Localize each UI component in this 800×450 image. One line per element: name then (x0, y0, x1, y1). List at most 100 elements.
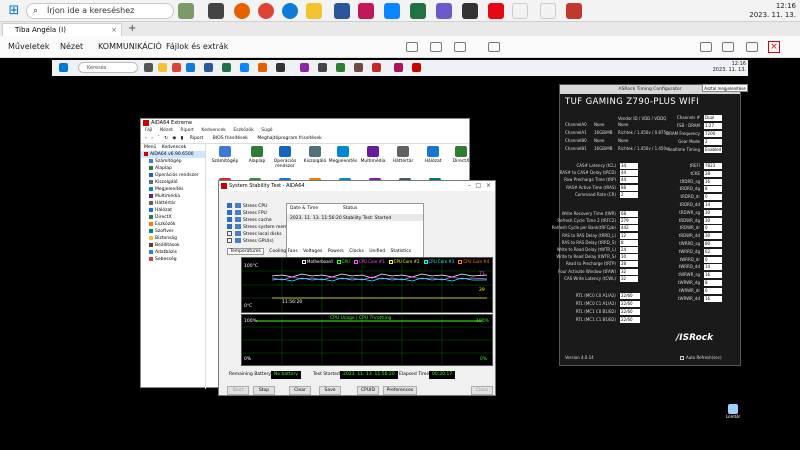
timing-value[interactable]: 68 (620, 211, 638, 217)
aida-menu-view[interactable]: Nézet (160, 128, 173, 133)
fullscreen-icon[interactable] (746, 42, 758, 52)
remote-edge-icon[interactable] (186, 63, 195, 72)
back-icon[interactable] (700, 42, 712, 52)
calculator-icon[interactable] (462, 3, 478, 19)
remote-explorer-icon[interactable] (158, 63, 167, 72)
legend-item[interactable]: CPU (336, 259, 350, 264)
remote-app-icon-2[interactable] (300, 63, 309, 72)
stress-checkbox[interactable] (227, 217, 232, 222)
timing-value[interactable]: 16 (704, 295, 722, 302)
tree-item[interactable]: DirectX (141, 214, 205, 221)
screenshot-icon[interactable] (430, 42, 442, 52)
recycle-bin-icon[interactable]: Lomtár (726, 404, 740, 419)
driver-update-button[interactable]: Meghajtóprogram frissítések (257, 136, 321, 141)
remote-word-icon[interactable] (204, 63, 213, 72)
legend-item[interactable]: Motherboard (302, 259, 333, 264)
tree-item[interactable]: Hálózat (141, 207, 205, 214)
tree-item[interactable]: Beállítások (141, 242, 205, 249)
remote-app-icon-3[interactable] (318, 63, 327, 72)
remote-excel-icon[interactable] (222, 63, 231, 72)
app-icon[interactable] (512, 3, 528, 19)
menu-actions[interactable]: Műveletek (8, 36, 49, 58)
menu-communication[interactable]: KOMMUNIKÁCIÓ (98, 36, 162, 58)
task-view-icon[interactable] (208, 3, 224, 19)
back-icon[interactable]: ‹ (145, 136, 147, 141)
remote-chrome-icon[interactable] (172, 63, 181, 72)
tree-item[interactable]: Multimédia (141, 193, 205, 200)
legend-checkbox[interactable] (353, 260, 358, 264)
excel-icon[interactable] (410, 3, 426, 19)
menu-files-extras[interactable]: Fájlok és extrák (166, 36, 228, 58)
timing-value[interactable]: 30 (704, 209, 722, 216)
aida-menu-report[interactable]: Riport (180, 128, 194, 133)
timing-value[interactable]: 30 (704, 233, 722, 240)
sidebar-tab-menu[interactable]: Menü (144, 145, 156, 150)
taskbar-search-input[interactable]: ⌕ Írjon ide a kereséshez (26, 3, 174, 19)
legend-checkbox[interactable] (458, 260, 463, 264)
tree-item[interactable]: Kiszolgáló (141, 179, 205, 186)
stability-test-titlebar[interactable]: System Stability Test - AIDA64 (219, 181, 495, 191)
timing-value[interactable]: 24 (620, 247, 638, 253)
tab-voltages[interactable]: Voltages (303, 249, 322, 254)
aida-menu-file[interactable]: Fájl (145, 128, 152, 133)
stress-option[interactable]: Stress local disks (227, 231, 282, 238)
firefox-icon[interactable] (234, 3, 250, 19)
timing-value[interactable]: 0 (704, 287, 722, 294)
remote-firefox-icon[interactable] (258, 63, 267, 72)
new-tab-icon[interactable]: + (128, 22, 136, 36)
remote-clock[interactable]: 12:16 2023. 11. 13. (712, 61, 746, 73)
legend-item[interactable]: CPU Core #1 (353, 259, 385, 264)
category-9[interactable]: DirectX (443, 146, 479, 164)
tree-item[interactable]: Biztonság (141, 235, 205, 242)
windows-start-icon[interactable]: ⊞ (6, 3, 22, 19)
tab-powers[interactable]: Powers (328, 249, 344, 254)
timing-value[interactable]: 16 (704, 272, 722, 279)
stress-option[interactable]: Stress CPU (227, 203, 267, 210)
timing-value[interactable]: 442 (620, 225, 638, 232)
tab-clocks[interactable]: Clocks (349, 249, 364, 254)
remote-taskview-icon[interactable] (144, 63, 153, 72)
system-tray[interactable]: 12:16 2023. 11. 13. (706, 0, 796, 22)
timing-value[interactable]: 80 (704, 241, 722, 247)
legend-checkbox[interactable] (423, 260, 428, 264)
auto-refresh-box[interactable] (680, 356, 684, 360)
timing-value[interactable]: 34 (620, 163, 638, 169)
timing-value[interactable]: 8 (704, 280, 722, 286)
cpuid-button[interactable]: CPUID (357, 386, 379, 395)
up-icon[interactable]: ˆ (158, 136, 160, 141)
legend-checkbox[interactable] (388, 260, 393, 264)
timing-value[interactable]: 0 (704, 225, 722, 232)
bios-update-button[interactable]: BIOS frissítések (213, 136, 248, 141)
user-icon[interactable]: ◉ (172, 136, 176, 141)
timing-value[interactable]: 8 (620, 239, 638, 246)
timing-value[interactable]: 14 (704, 202, 722, 208)
clear-button[interactable]: Clear (289, 386, 311, 395)
timing-value[interactable]: 12 (620, 232, 638, 239)
stress-checkbox[interactable] (227, 203, 232, 208)
aida-menu-tools[interactable]: Eszközök (233, 128, 253, 133)
file-explorer-icon[interactable] (306, 3, 322, 19)
timing-value[interactable]: 88 (620, 184, 638, 191)
stress-option[interactable]: Stress GPU(s) (227, 238, 274, 245)
timing-value[interactable]: 28 (620, 261, 638, 268)
legend-checkbox[interactable] (302, 260, 306, 264)
minimize-icon[interactable]: – (468, 182, 471, 190)
preferences-button[interactable]: Preferences (383, 386, 417, 395)
timing-value[interactable]: 14 (704, 264, 722, 271)
remote-app-icon-4[interactable] (336, 63, 345, 72)
app-icon-2[interactable] (540, 3, 556, 19)
timing-value[interactable]: 44 (620, 170, 638, 177)
category-1[interactable]: Számítógép (207, 146, 243, 164)
aida-menu-help[interactable]: Súgó (261, 128, 272, 133)
refresh-icon[interactable] (722, 42, 734, 52)
remote-cmd-icon[interactable] (276, 63, 285, 72)
tree-item[interactable]: Alaplap (141, 165, 205, 172)
chat-icon[interactable] (454, 42, 466, 52)
timing-value[interactable]: 7823 (704, 163, 722, 169)
tab-unified[interactable]: Unified (369, 249, 385, 254)
close-icon[interactable]: × (486, 182, 491, 190)
timing-value[interactable]: 8 (704, 186, 722, 193)
aida64-titlebar[interactable]: AIDA64 Extreme (141, 119, 469, 127)
monitor-icon[interactable] (406, 42, 418, 52)
timing-value[interactable]: 2 (620, 191, 638, 198)
